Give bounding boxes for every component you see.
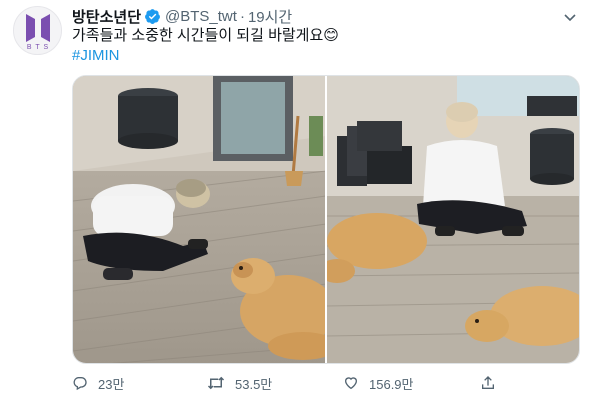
share-button[interactable] <box>480 375 506 391</box>
heart-icon <box>344 377 358 390</box>
avatar[interactable]: B T S <box>13 6 62 55</box>
retweet-count: 53.5만 <box>235 376 273 392</box>
like-button[interactable]: 156.9만 <box>343 374 414 393</box>
chevron-down-icon[interactable] <box>560 8 580 28</box>
photo-right[interactable] <box>327 76 579 363</box>
tweet-header: 방탄소년단 @BTS_twt · 19시간 <box>72 6 582 26</box>
svg-text:B T S: B T S <box>26 44 48 50</box>
retweet-icon <box>207 376 225 390</box>
share-icon <box>482 376 494 389</box>
handle[interactable]: @BTS_twt <box>165 8 237 25</box>
like-count: 156.9만 <box>369 376 414 392</box>
tweet-actions: 23만 53.5만 156.9만 <box>72 372 494 394</box>
separator: · <box>239 7 245 25</box>
bts-logo-icon: B T S <box>25 13 50 50</box>
reply-button[interactable]: 23만 <box>72 374 124 393</box>
tweet[interactable]: B T S 방탄소년단 @BTS_twt · 19시간 가족들과 소중한 시간들… <box>0 0 594 402</box>
tweet-text: 가족들과 소중한 시간들이 되길 바랄게요😊 <box>72 27 339 44</box>
reply-icon <box>73 377 87 391</box>
media-grid <box>72 75 580 364</box>
timestamp[interactable]: 19시간 <box>248 6 292 27</box>
photo-left[interactable] <box>73 76 325 363</box>
retweet-button[interactable]: 53.5만 <box>207 374 272 393</box>
tweet-content: 방탄소년단 @BTS_twt · 19시간 가족들과 소중한 시간들이 되길 바… <box>72 6 582 66</box>
hashtag-link[interactable]: #JIMIN <box>72 46 582 66</box>
verified-badge-icon <box>144 8 161 25</box>
display-name[interactable]: 방탄소년단 <box>72 6 141 27</box>
reply-count: 23만 <box>98 376 125 392</box>
